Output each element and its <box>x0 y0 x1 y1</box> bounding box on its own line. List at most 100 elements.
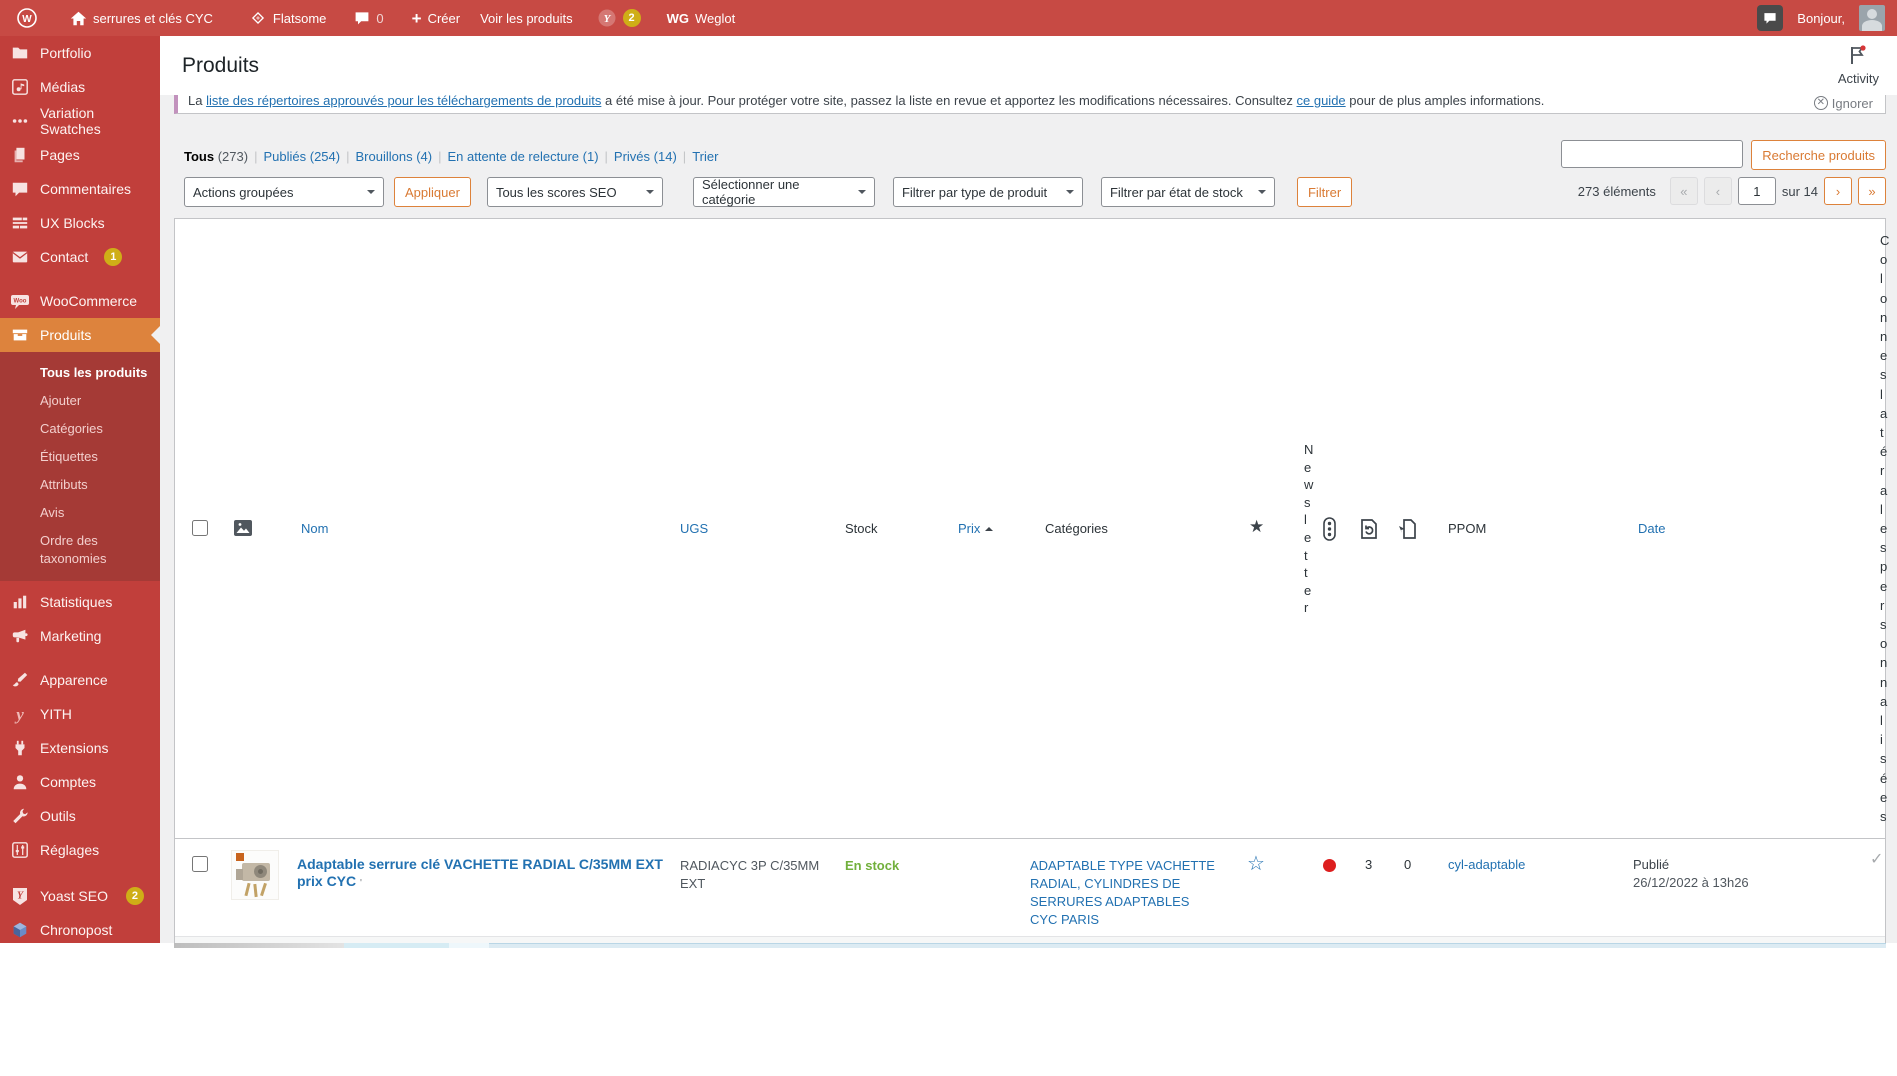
status-en-attente[interactable]: En attente de relecture (1) <box>447 149 598 164</box>
sidebar-item-reglages[interactable]: Réglages <box>0 833 160 867</box>
submenu-attributs[interactable]: Attributs <box>0 471 160 499</box>
user-avatar[interactable] <box>1859 5 1885 31</box>
yoast-menu[interactable]: Y 2 <box>587 0 651 36</box>
sidebar-item-produits[interactable]: Produits <box>0 318 160 352</box>
svg-text:Y: Y <box>17 891 24 902</box>
notice-text: La liste des répertoires approuvés pour … <box>188 93 1545 108</box>
site-menu[interactable]: serrures et clés CYC <box>60 0 223 36</box>
product-stock-status: En stock <box>845 858 900 873</box>
stats-chart-icon <box>10 592 30 612</box>
pages-icon <box>10 145 30 165</box>
submenu-ajouter[interactable]: Ajouter <box>0 387 160 415</box>
comment-bubble-icon <box>354 10 370 26</box>
first-page-button[interactable]: « <box>1669 177 1698 205</box>
new-content-menu[interactable]: + Créer <box>402 0 470 36</box>
featured-star-column-icon[interactable]: ★ <box>1249 517 1264 537</box>
megaphone-icon <box>10 626 30 646</box>
stock-state-select[interactable]: Filtrer par état de stock <box>1100 177 1275 207</box>
below-viewport-blank <box>0 948 1897 1076</box>
bulk-actions-select[interactable]: Actions groupées <box>184 177 384 207</box>
filter-button[interactable]: Filtrer <box>1296 177 1353 207</box>
side-columns-checkmark: ✓ <box>1870 851 1884 868</box>
sidebar-item-chronopost[interactable]: Chronopost <box>0 913 160 943</box>
sidebar-item-marketing[interactable]: Marketing <box>0 619 160 653</box>
sidebar-item-outils[interactable]: Outils <box>0 799 160 833</box>
svg-text:W: W <box>22 14 32 25</box>
category-select[interactable]: Sélectionner une catégorie <box>692 177 875 207</box>
apply-button[interactable]: Appliquer <box>394 177 471 207</box>
next-page-button[interactable]: › <box>1824 177 1852 205</box>
sidebar-item-commentaires[interactable]: Commentaires <box>0 172 160 206</box>
status-brouillons[interactable]: Brouillons (4) <box>355 149 432 164</box>
chronopost-cube-icon <box>10 920 30 940</box>
comments-menu[interactable]: 0 <box>344 0 393 36</box>
flatsome-menu[interactable]: Flatsome <box>239 0 336 36</box>
sidebar-item-yoast-seo[interactable]: Y Yoast SEO 2 <box>0 879 160 913</box>
weglot-label: Weglot <box>694 10 736 26</box>
status-trier[interactable]: Trier <box>692 149 718 164</box>
wp-logo-menu[interactable]: W <box>0 0 48 36</box>
sidebar-item-statistiques[interactable]: Statistiques <box>0 585 160 619</box>
submenu-tous-les-produits[interactable]: Tous les produits <box>0 359 160 387</box>
user-icon <box>10 772 30 792</box>
notice-guide-link[interactable]: ce guide <box>1297 93 1346 108</box>
sidebar-item-portfolio[interactable]: Portfolio <box>0 36 160 70</box>
export-column-icon <box>1397 518 1419 540</box>
product-type-select[interactable]: Filtrer par type de produit <box>892 177 1083 207</box>
sidebar-item-comptes[interactable]: Comptes <box>0 765 160 799</box>
header-row-divider <box>175 838 1885 839</box>
submenu-categories[interactable]: Catégories <box>0 415 160 443</box>
product-sku: RADIACYC 3P C/35MM EXT <box>680 858 820 891</box>
newsletter-status-red-dot <box>1323 859 1336 872</box>
status-tous[interactable]: Tous (273) <box>184 149 248 164</box>
regenerate-column-icon <box>1358 518 1380 540</box>
flatsome-icon <box>249 9 267 27</box>
portfolio-folder-icon <box>10 43 30 63</box>
submenu-etiquettes[interactable]: Étiquettes <box>0 443 160 471</box>
search-products-button[interactable]: Recherche produits <box>1751 140 1886 170</box>
sidebar-item-pages[interactable]: Pages <box>0 138 160 172</box>
view-products-link[interactable]: Voir les produits <box>470 0 583 36</box>
notice-directory-link[interactable]: liste des répertoires approuvés pour les… <box>206 93 601 108</box>
pinned-comment-icon[interactable] <box>1757 5 1784 31</box>
pagination: 273 éléments « ‹ sur 14 › » <box>1578 177 1886 205</box>
activity-panel-button[interactable]: Activity <box>1838 44 1879 86</box>
total-pages-label: sur 14 <box>1781 183 1818 199</box>
weglot-menu[interactable]: WG Weglot <box>657 0 746 36</box>
sidebar-item-medias[interactable]: Médias <box>0 70 160 104</box>
sidebar-item-yith[interactable]: y YITH <box>0 697 160 731</box>
product-search-input[interactable] <box>1561 140 1744 168</box>
row-select-checkbox[interactable] <box>192 856 208 872</box>
column-header-nom[interactable]: Nom <box>301 521 328 536</box>
date-status: Publié <box>1633 857 1670 872</box>
select-all-checkbox[interactable] <box>192 520 208 536</box>
column-header-prix[interactable]: Prix <box>958 521 994 536</box>
last-page-button[interactable]: » <box>1858 177 1886 205</box>
product-ppom[interactable]: cyl-adaptable <box>1448 856 1525 874</box>
seo-scores-select[interactable]: Tous les scores SEO <box>486 177 663 207</box>
sidebar-item-ux-blocks[interactable]: UX Blocks <box>0 206 160 240</box>
sidebar-item-apparence[interactable]: Apparence <box>0 663 160 697</box>
submenu-avis[interactable]: Avis <box>0 499 160 527</box>
status-prives[interactable]: Privés (14) <box>614 149 677 164</box>
home-icon <box>70 10 87 27</box>
yoast-badge: 2 <box>125 887 144 905</box>
sidebar-item-extensions[interactable]: Extensions <box>0 731 160 765</box>
prev-page-button[interactable]: ‹ <box>1703 177 1732 205</box>
sidebar-item-woocommerce[interactable]: Woo WooCommerce <box>0 284 160 318</box>
feature-toggle-star-icon[interactable]: ☆ <box>1247 851 1265 876</box>
submenu-ordre-des-taxonomies[interactable]: Ordre des taxonomies <box>0 527 160 573</box>
product-thumbnail[interactable] <box>231 850 279 900</box>
dismiss-notice-button[interactable]: ✕ Ignorer <box>1813 93 1873 113</box>
product-name-link[interactable]: Adaptable serrure clé VACHETTE RADIAL C/… <box>297 856 667 892</box>
contact-badge: 1 <box>104 248 123 266</box>
sidebar-item-variation-swatches[interactable]: Variation Swatches <box>0 104 160 138</box>
status-publies[interactable]: Publiés (254) <box>263 149 340 164</box>
column-header-ugs[interactable]: UGS <box>680 521 708 536</box>
yoast-icon: Y <box>597 8 617 28</box>
wrench-icon <box>10 806 30 826</box>
wordpress-admin-screen: W serrures et clés CYC Flatsome 0 + Crée… <box>0 0 1897 1076</box>
sidebar-item-contact[interactable]: Contact 1 <box>0 240 160 274</box>
current-page-input[interactable] <box>1737 177 1776 205</box>
column-header-date[interactable]: Date <box>1638 521 1665 536</box>
